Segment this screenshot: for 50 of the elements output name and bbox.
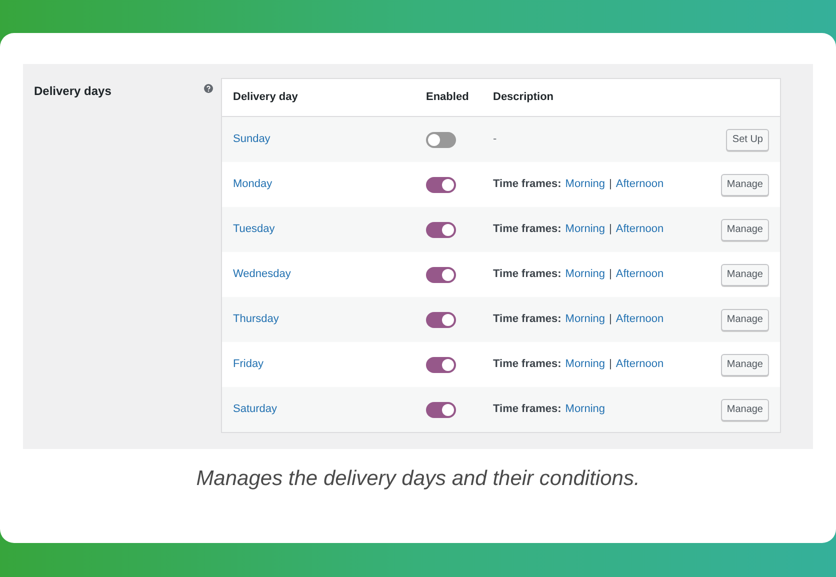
manage-button[interactable]: Manage <box>720 174 769 196</box>
time-frame-link[interactable]: Afternoon <box>616 176 664 193</box>
separator: | <box>609 267 612 282</box>
time-frame-link[interactable]: Morning <box>565 401 606 418</box>
toggle-switch[interactable] <box>426 312 456 328</box>
manage-button[interactable]: Manage <box>720 308 769 330</box>
manage-button[interactable]: Manage <box>720 354 769 376</box>
time-frame-link[interactable]: Afternoon <box>616 221 664 238</box>
separator: | <box>609 177 612 192</box>
time-frames-label: Time frames: <box>493 402 562 418</box>
column-header: Enabled <box>426 90 470 106</box>
time-frames-label: Time frames: <box>493 177 562 192</box>
toggle-switch[interactable] <box>426 402 456 418</box>
day-link[interactable]: Thursday <box>222 311 426 328</box>
day-link[interactable]: Tuesday <box>222 221 426 238</box>
column-header: Description <box>493 90 554 106</box>
column-header: Delivery day <box>232 90 299 106</box>
toggle-switch[interactable] <box>426 132 456 148</box>
toggle-switch[interactable] <box>426 356 456 372</box>
time-frames-label: Time frames: <box>493 312 562 328</box>
manage-button[interactable]: Manage <box>720 218 769 240</box>
description-text: - <box>493 133 497 146</box>
time-frame-link[interactable]: Afternoon <box>616 356 664 373</box>
day-link[interactable]: Sunday <box>222 131 426 148</box>
time-frame-link[interactable]: Morning <box>565 311 606 328</box>
set-up-button[interactable]: Set Up <box>726 128 769 150</box>
toggle-switch[interactable] <box>426 222 456 238</box>
manage-button[interactable]: Manage <box>720 264 769 286</box>
time-frame-link[interactable]: Morning <box>565 176 606 193</box>
time-frames-label: Time frames: <box>493 222 562 238</box>
time-frames-label: Time frames: <box>493 267 562 282</box>
time-frame-link[interactable]: Morning <box>565 266 606 283</box>
day-link[interactable]: Saturday <box>222 401 426 418</box>
manage-button[interactable]: Manage <box>720 398 769 420</box>
day-link[interactable]: Monday <box>222 176 426 193</box>
day-link[interactable]: Friday <box>222 356 426 373</box>
toggle-switch[interactable] <box>426 176 456 192</box>
time-frame-link[interactable]: Morning <box>565 221 606 238</box>
time-frames-label: Time frames: <box>493 357 562 372</box>
toggle-switch[interactable] <box>426 266 456 282</box>
help-icon[interactable] <box>204 84 213 93</box>
separator: | <box>609 312 612 328</box>
time-frame-link[interactable]: Afternoon <box>616 266 664 283</box>
setting-label: Delivery days <box>34 83 112 100</box>
day-link[interactable]: Wednesday <box>222 266 426 283</box>
caption: Manages the delivery days and their conditions. <box>196 466 640 492</box>
time-frame-link[interactable]: Morning <box>565 356 606 373</box>
time-frame-link[interactable]: Afternoon <box>616 311 664 328</box>
separator: | <box>609 357 612 372</box>
separator: | <box>609 222 612 238</box>
